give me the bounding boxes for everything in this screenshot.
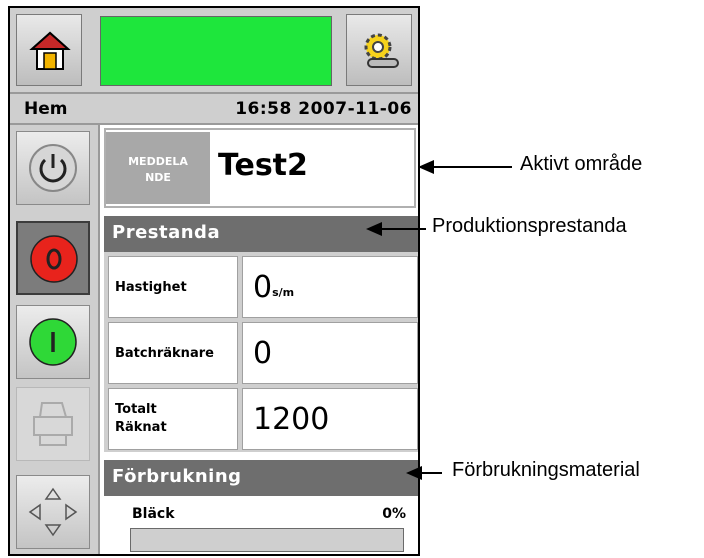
top-bar xyxy=(10,8,418,92)
message-label-line1: MEDDELA xyxy=(128,155,188,168)
start-button[interactable] xyxy=(16,305,90,379)
status-strip: Hem 16:58 2007-11-06 xyxy=(10,92,418,125)
total-count-label-line2: Räknat xyxy=(115,420,167,435)
ink-percent: 0% xyxy=(382,506,406,522)
power-button[interactable] xyxy=(16,131,90,205)
message-value: Test2 xyxy=(218,148,308,183)
performance-grid: Hastighet 0 s/m Batchräknare 0 Totalt Räk… xyxy=(104,252,418,452)
navigation-icon xyxy=(28,487,78,537)
production-callout: Produktionsprestanda xyxy=(432,215,627,237)
home-button[interactable] xyxy=(16,14,82,86)
stop-button[interactable] xyxy=(16,221,90,295)
page-name: Hem xyxy=(24,99,68,119)
batch-counter-label: Batchräknare xyxy=(108,322,238,384)
total-count-label: Totalt Räknat xyxy=(108,388,238,450)
control-column xyxy=(10,125,100,554)
printer-screen: Hem 16:58 2007-11-06 MEDDELA NDE Test2 P… xyxy=(8,6,420,556)
ink-level-bar xyxy=(130,528,404,552)
print-button[interactable] xyxy=(16,387,90,461)
print-icon xyxy=(33,402,73,446)
consumables-arrow xyxy=(406,466,442,480)
consumables-callout: Förbrukningsmaterial xyxy=(452,459,640,481)
settings-button[interactable] xyxy=(346,14,412,86)
speed-label: Hastighet xyxy=(108,256,238,318)
navigation-button[interactable] xyxy=(16,475,90,549)
total-count-label-line1: Totalt xyxy=(115,402,157,417)
speed-value: 0 xyxy=(253,269,273,305)
speed-unit: s/m xyxy=(272,285,295,299)
power-icon xyxy=(29,144,77,192)
consumables-header: Förbrukning xyxy=(104,460,418,496)
production-arrow xyxy=(366,222,426,236)
stop-icon xyxy=(30,235,78,283)
consumables-panel[interactable]: Bläck 0% xyxy=(104,496,418,554)
settings-icon xyxy=(364,33,399,68)
active-area-arrow xyxy=(418,160,512,174)
total-count-value: 1200 xyxy=(242,388,418,450)
message-label: MEDDELA NDE xyxy=(106,132,210,204)
printer-status-indicator xyxy=(100,16,332,86)
batch-counter-value[interactable]: 0 xyxy=(242,322,418,384)
active-area-callout: Aktivt område xyxy=(520,153,643,175)
date-time: 16:58 2007-11-06 xyxy=(235,99,412,119)
ink-label: Bläck xyxy=(132,506,175,522)
home-icon xyxy=(29,31,71,70)
message-label-line2: NDE xyxy=(145,171,171,184)
speed-value-cell: 0 s/m xyxy=(242,256,418,318)
start-icon xyxy=(29,318,77,366)
